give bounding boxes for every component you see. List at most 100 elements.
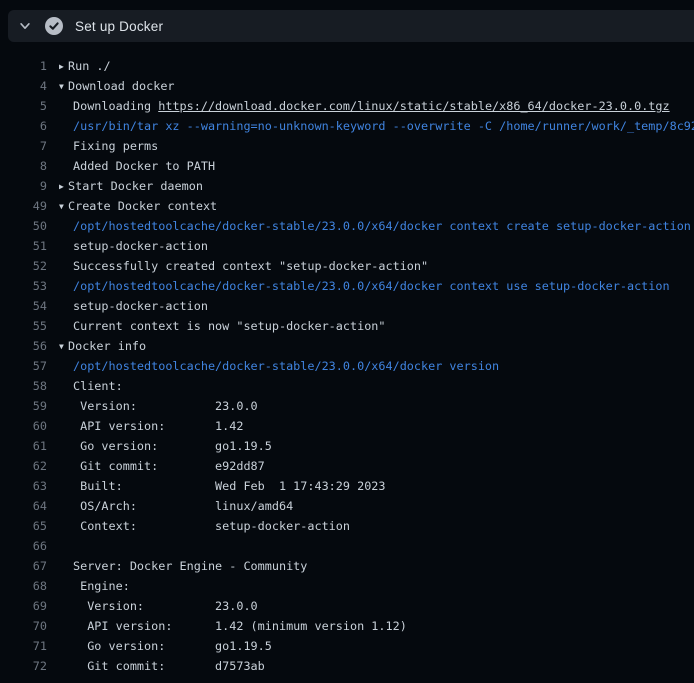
line-number[interactable]: 59 — [0, 396, 47, 416]
line-number[interactable]: 5 — [0, 96, 47, 116]
collapse-arrow-icon[interactable]: ▼ — [59, 77, 68, 96]
expand-arrow-icon[interactable]: ▶ — [59, 57, 68, 76]
line-content: ▶Run ./ — [47, 56, 694, 76]
line-text: Current context is now "setup-docker-act… — [73, 319, 386, 333]
log-line: 67Server: Docker Engine - Community — [0, 556, 694, 576]
line-number[interactable]: 6 — [0, 116, 47, 136]
log-line: 61 Go version: go1.19.5 — [0, 436, 694, 456]
line-content: ▶Start Docker daemon — [47, 176, 694, 196]
log-line[interactable]: 56▼Docker info — [0, 336, 694, 356]
line-content: Downloading https://download.docker.com/… — [47, 96, 694, 116]
line-content: ▼Create Docker context — [47, 196, 694, 216]
log-line: 66 — [0, 536, 694, 556]
line-content: Client: — [47, 376, 694, 396]
line-text: Start Docker daemon — [68, 179, 203, 193]
line-number[interactable]: 51 — [0, 236, 47, 256]
line-text: API version: 1.42 — [73, 419, 243, 433]
line-text: Run ./ — [68, 59, 111, 73]
line-content: ▼Download docker — [47, 76, 694, 96]
line-text: Added Docker to PATH — [73, 159, 215, 173]
line-text: Git commit: d7573ab — [73, 659, 265, 673]
line-number[interactable]: 64 — [0, 496, 47, 516]
log-line: 68 Engine: — [0, 576, 694, 596]
line-number[interactable]: 55 — [0, 316, 47, 336]
line-number[interactable]: 67 — [0, 556, 47, 576]
line-number[interactable]: 66 — [0, 536, 47, 556]
log-line: 58Client: — [0, 376, 694, 396]
line-text: Version: 23.0.0 — [73, 599, 258, 613]
line-number[interactable]: 68 — [0, 576, 47, 596]
line-text: /opt/hostedtoolcache/docker-stable/23.0.… — [73, 219, 691, 233]
line-content: Engine: — [47, 576, 694, 596]
log-line: 65 Context: setup-docker-action — [0, 516, 694, 536]
collapse-arrow-icon[interactable]: ▼ — [59, 197, 68, 216]
line-number[interactable]: 57 — [0, 356, 47, 376]
line-number[interactable]: 4 — [0, 76, 47, 96]
expand-arrow-icon[interactable]: ▶ — [59, 177, 68, 196]
line-text: Downloading — [73, 99, 158, 113]
line-number[interactable]: 61 — [0, 436, 47, 456]
log-line: 62 Git commit: e92dd87 — [0, 456, 694, 476]
line-content: API version: 1.42 (minimum version 1.12) — [47, 616, 694, 636]
line-content: /opt/hostedtoolcache/docker-stable/23.0.… — [47, 276, 694, 296]
line-number[interactable]: 53 — [0, 276, 47, 296]
line-content: Git commit: d7573ab — [47, 656, 694, 676]
line-number[interactable]: 65 — [0, 516, 47, 536]
line-content: Git commit: e92dd87 — [47, 456, 694, 476]
line-number[interactable]: 50 — [0, 216, 47, 236]
log-line: 72 Git commit: d7573ab — [0, 656, 694, 676]
line-content: Successfully created context "setup-dock… — [47, 256, 694, 276]
line-number[interactable]: 9 — [0, 176, 47, 196]
line-content: Current context is now "setup-docker-act… — [47, 316, 694, 336]
line-text: API version: 1.42 (minimum version 1.12) — [73, 619, 407, 633]
line-content: setup-docker-action — [47, 296, 694, 316]
log-line[interactable]: 9▶Start Docker daemon — [0, 176, 694, 196]
line-number[interactable]: 1 — [0, 56, 47, 76]
line-content: /opt/hostedtoolcache/docker-stable/23.0.… — [47, 216, 694, 236]
log-url-link[interactable]: https://download.docker.com/linux/static… — [158, 99, 669, 113]
line-number[interactable]: 60 — [0, 416, 47, 436]
line-content: Context: setup-docker-action — [47, 516, 694, 536]
line-text: Create Docker context — [68, 199, 217, 213]
line-number[interactable]: 56 — [0, 336, 47, 356]
step-title: Set up Docker — [75, 19, 163, 34]
line-text: Git commit: e92dd87 — [73, 459, 265, 473]
line-text: Go version: go1.19.5 — [73, 439, 272, 453]
log-line: 63 Built: Wed Feb 1 17:43:29 2023 — [0, 476, 694, 496]
line-content: ▼Docker info — [47, 336, 694, 356]
line-content: Built: Wed Feb 1 17:43:29 2023 — [47, 476, 694, 496]
line-number[interactable]: 52 — [0, 256, 47, 276]
line-number[interactable]: 49 — [0, 196, 47, 216]
line-text: Download docker — [68, 79, 175, 93]
line-number[interactable]: 69 — [0, 596, 47, 616]
log-line: 6/usr/bin/tar xz --warning=no-unknown-ke… — [0, 116, 694, 136]
workflow-step-log-page: Set up Docker 1▶Run ./4▼Download docker5… — [0, 0, 694, 683]
line-number[interactable]: 8 — [0, 156, 47, 176]
chevron-down-icon[interactable] — [18, 19, 32, 33]
line-number[interactable]: 70 — [0, 616, 47, 636]
line-number[interactable]: 62 — [0, 456, 47, 476]
log-line: 55 Current context is now "setup-docker-a… — [0, 316, 694, 336]
log-line[interactable]: 4▼Download docker — [0, 76, 694, 96]
line-text: Context: setup-docker-action — [73, 519, 350, 533]
line-number[interactable]: 71 — [0, 636, 47, 656]
line-content: setup-docker-action — [47, 236, 694, 256]
line-number[interactable]: 72 — [0, 656, 47, 676]
log-line: 60 API version: 1.42 — [0, 416, 694, 436]
line-number[interactable]: 63 — [0, 476, 47, 496]
line-number[interactable]: 7 — [0, 136, 47, 156]
log-line: 71 Go version: go1.19.5 — [0, 636, 694, 656]
line-content: /usr/bin/tar xz --warning=no-unknown-key… — [47, 116, 694, 136]
line-number[interactable]: 54 — [0, 296, 47, 316]
line-content: Added Docker to PATH — [47, 156, 694, 176]
step-header[interactable]: Set up Docker — [8, 10, 694, 42]
log-line: 54setup-docker-action — [0, 296, 694, 316]
log-line[interactable]: 49▼Create Docker context — [0, 196, 694, 216]
log-line: 51setup-docker-action — [0, 236, 694, 256]
line-text: Fixing perms — [73, 139, 158, 153]
log-line[interactable]: 1▶Run ./ — [0, 56, 694, 76]
collapse-arrow-icon[interactable]: ▼ — [59, 337, 68, 356]
line-content — [47, 536, 694, 556]
log-container: 1▶Run ./4▼Download docker5Downloading ht… — [0, 43, 694, 676]
line-number[interactable]: 58 — [0, 376, 47, 396]
